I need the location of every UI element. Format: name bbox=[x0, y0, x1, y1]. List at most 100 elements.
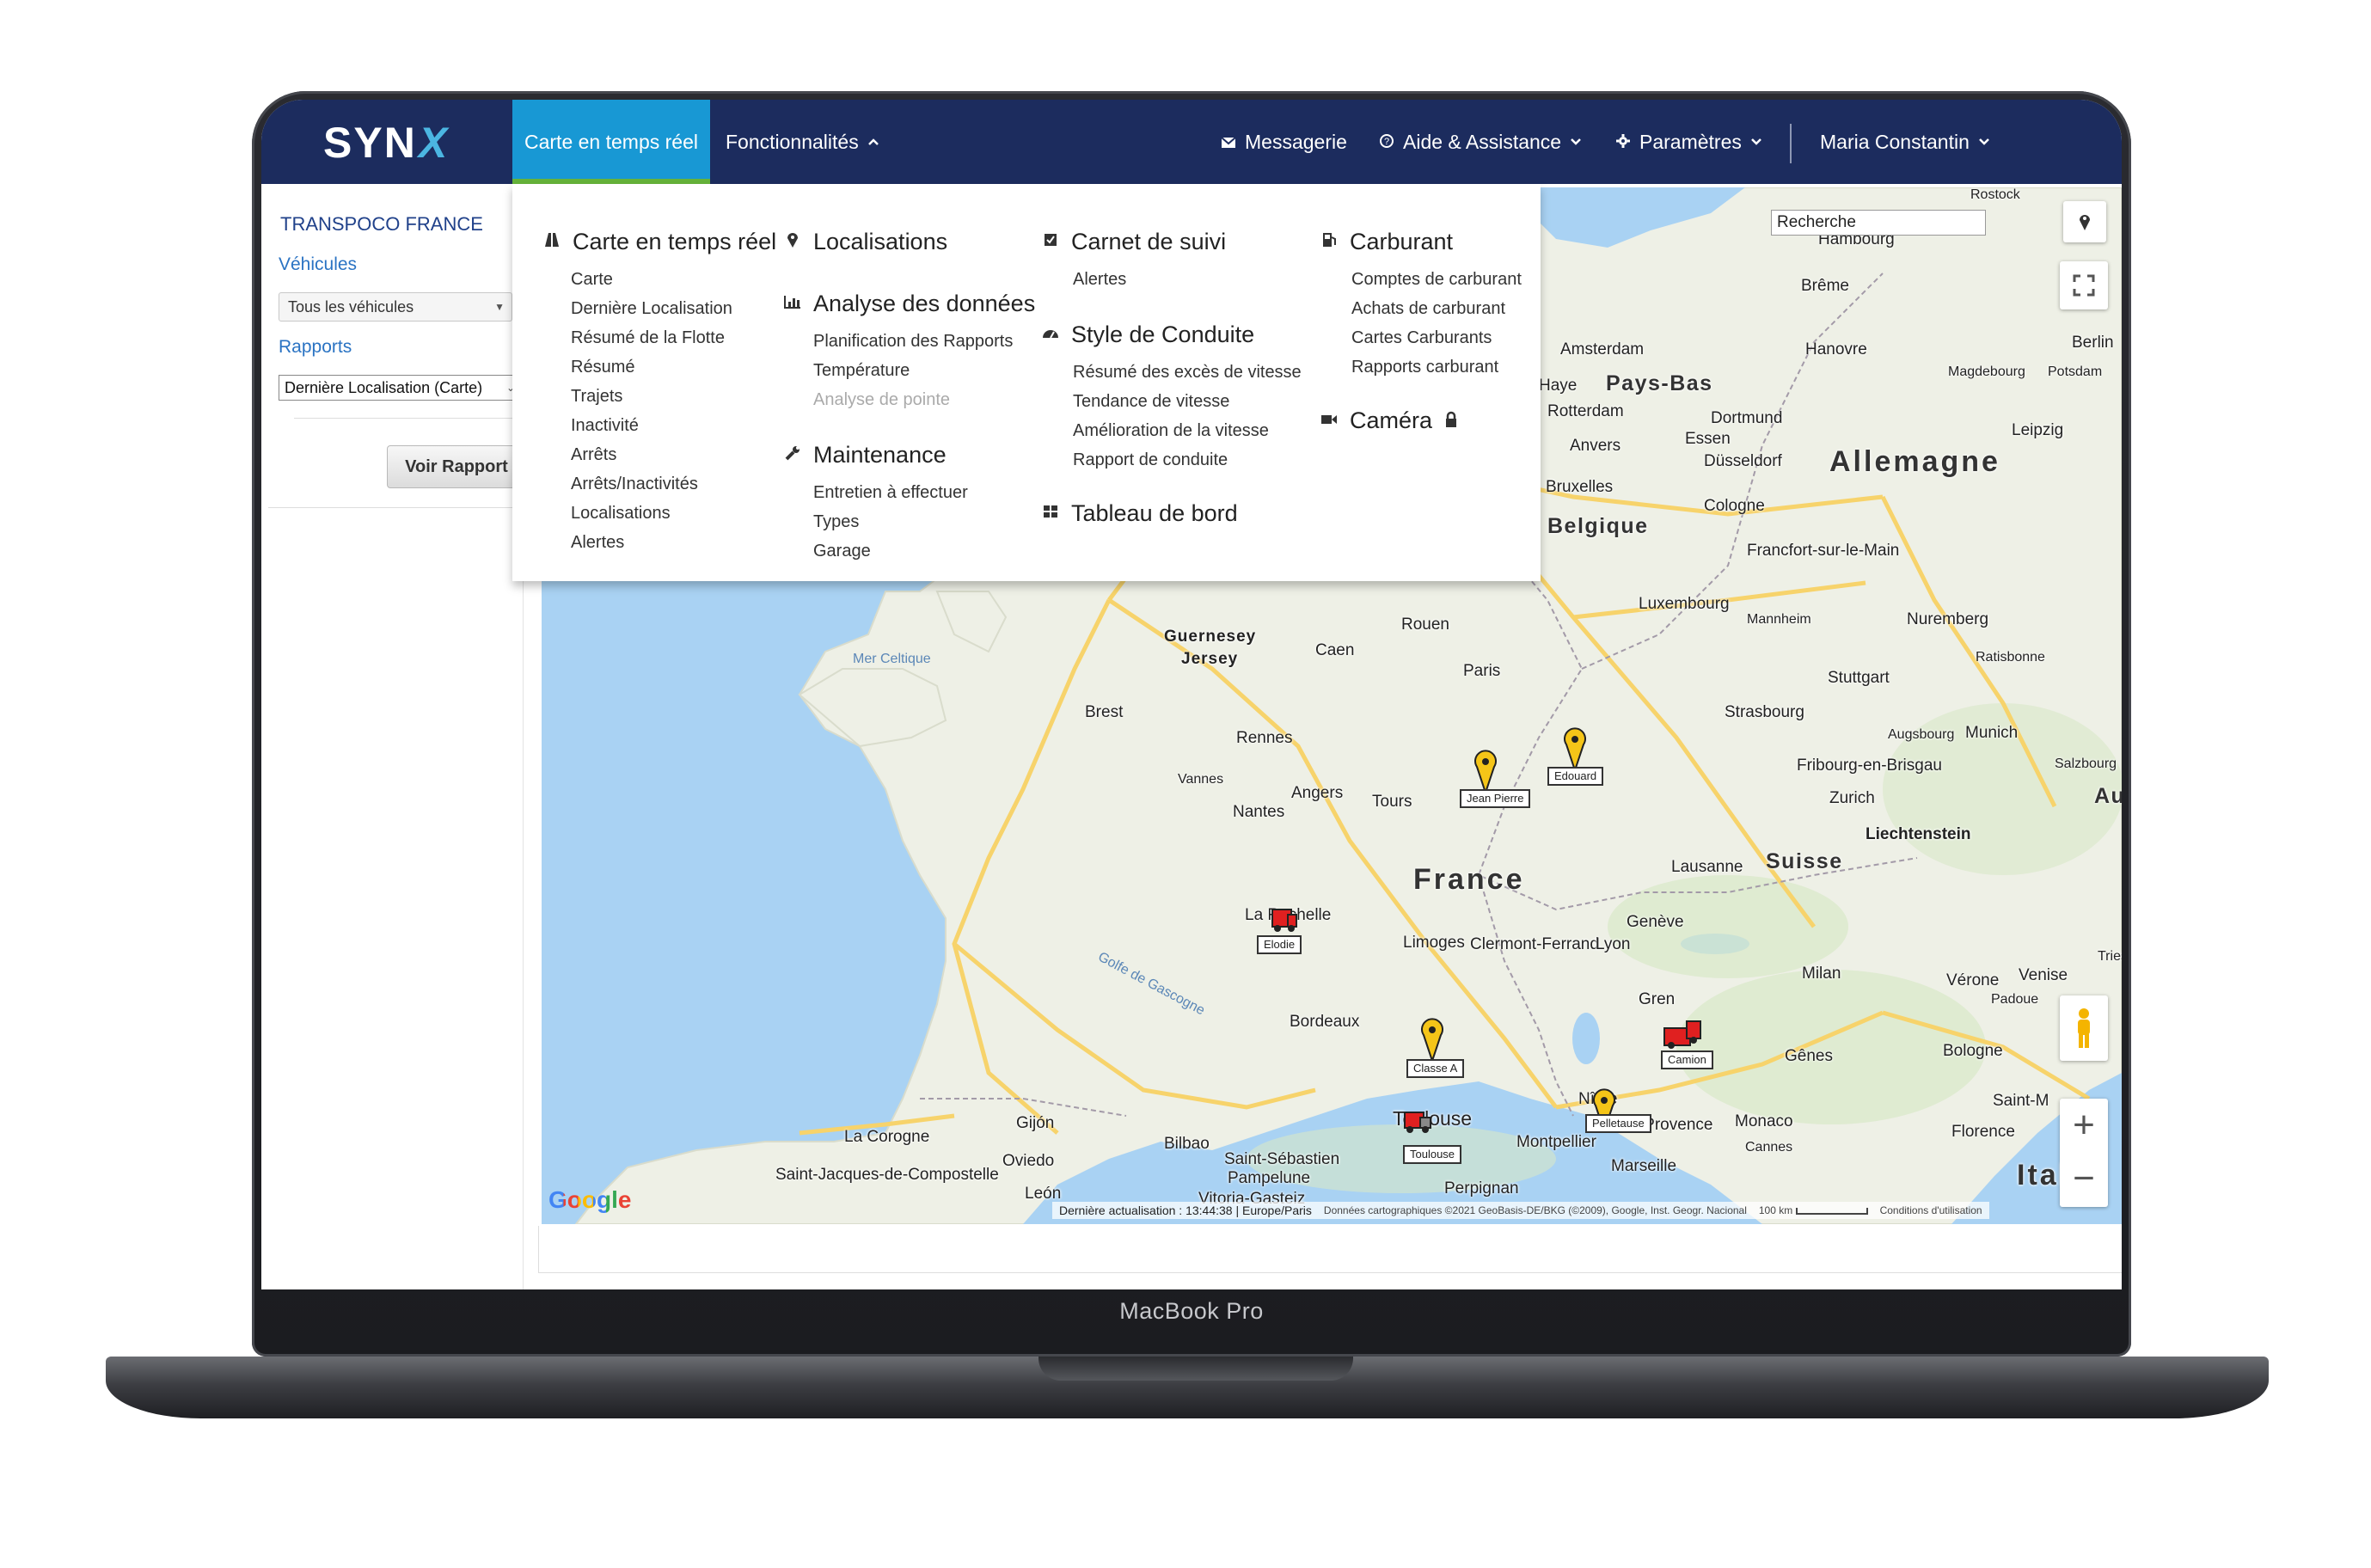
pegman-icon bbox=[2078, 1008, 2090, 1048]
menu-section-locations[interactable]: Localisations bbox=[784, 229, 947, 255]
map-pin-button[interactable] bbox=[2063, 201, 2106, 242]
city-label: Gênes bbox=[1785, 1047, 1833, 1065]
city-label: Padoue bbox=[1991, 992, 2039, 1007]
sidebar-divider bbox=[294, 418, 526, 419]
menu-section-data-analysis[interactable]: Analyse des données bbox=[784, 291, 1035, 317]
menu-item[interactable]: Arrêts/Inactivités bbox=[571, 475, 698, 494]
menu-section-fuel[interactable]: Carburant bbox=[1320, 229, 1453, 255]
vehicle-pin-marker[interactable] bbox=[1420, 1018, 1444, 1064]
zoom-out-button[interactable]: − bbox=[2060, 1152, 2108, 1205]
zoom-in-button[interactable]: + bbox=[2060, 1099, 2108, 1152]
city-label: La Corogne bbox=[844, 1128, 930, 1146]
menu-item[interactable]: Résumé de la Flotte bbox=[571, 328, 725, 348]
nav-help-label: Aide & Assistance bbox=[1403, 130, 1562, 153]
vehicles-select[interactable]: Tous les véhicules ▼ bbox=[279, 292, 512, 322]
nav-messages-label: Messagerie bbox=[1245, 130, 1347, 153]
left-panel: TRANSPOCO FRANCE Véhicules Tous les véhi… bbox=[268, 187, 526, 1289]
vehicle-pin-marker[interactable] bbox=[1473, 750, 1498, 796]
vehicle-label[interactable]: Elodie bbox=[1257, 935, 1302, 954]
menu-item[interactable]: Carte bbox=[571, 270, 613, 290]
sea-label: Mer Celtique bbox=[853, 652, 931, 666]
city-label: Rostock bbox=[1970, 187, 2020, 202]
street-view-pegman-button[interactable] bbox=[2060, 995, 2108, 1061]
city-label: Gijón bbox=[1016, 1114, 1055, 1132]
vehicle-label[interactable]: Camion bbox=[1661, 1050, 1713, 1069]
map-search-input[interactable] bbox=[1771, 210, 1986, 236]
fullscreen-icon bbox=[2073, 274, 2095, 297]
reports-select[interactable]: Dernière Localisation (Carte) ⌄ bbox=[279, 375, 523, 401]
city-label: Pampelune bbox=[1228, 1169, 1311, 1187]
menu-item[interactable]: Alertes bbox=[571, 533, 624, 553]
app-logo[interactable]: SYN X bbox=[323, 119, 449, 167]
menu-section-camera[interactable]: Caméra bbox=[1320, 407, 1458, 434]
nav-tab-features[interactable]: Fonctionnalités bbox=[726, 100, 879, 184]
vehicle-label[interactable]: Pelletause bbox=[1585, 1114, 1651, 1133]
menu-section-title: Carte en temps réel bbox=[573, 229, 777, 254]
menu-item[interactable]: Garage bbox=[813, 542, 871, 561]
menu-item[interactable]: Amélioration de la vitesse bbox=[1073, 421, 1269, 441]
chevron-down-icon bbox=[1750, 135, 1762, 150]
city-label: Brest bbox=[1085, 703, 1124, 721]
nav-tab-live-map[interactable]: Carte en temps réel bbox=[512, 100, 710, 184]
city-label: Strasbourg bbox=[1725, 703, 1804, 721]
menu-item[interactable]: Arrêts bbox=[571, 445, 616, 465]
nav-user-menu[interactable]: Maria Constantin bbox=[1820, 100, 1990, 184]
nav-settings[interactable]: Paramètres bbox=[1615, 100, 1762, 184]
city-label: Limoges bbox=[1403, 934, 1465, 952]
nav-divider bbox=[1790, 124, 1792, 163]
nav-settings-label: Paramètres bbox=[1639, 130, 1742, 153]
menu-item[interactable]: Inactivité bbox=[571, 416, 639, 436]
google-logo: Google bbox=[548, 1186, 631, 1214]
menu-item[interactable]: Rapport de conduite bbox=[1073, 450, 1228, 470]
menu-section-dashboard[interactable]: Tableau de bord bbox=[1042, 500, 1238, 527]
menu-item[interactable]: Achats de carburant bbox=[1351, 299, 1505, 319]
nav-user-label: Maria Constantin bbox=[1820, 130, 1970, 153]
map-pin-icon bbox=[2080, 215, 2090, 230]
city-label: León bbox=[1025, 1185, 1062, 1203]
city-label: Aut bbox=[2094, 784, 2122, 808]
menu-item[interactable]: Température bbox=[813, 361, 910, 381]
menu-item[interactable]: Dernière Localisation bbox=[571, 299, 732, 319]
menu-item[interactable]: Tendance de vitesse bbox=[1073, 392, 1229, 412]
vehicle-label[interactable]: Jean Pierre bbox=[1460, 789, 1531, 808]
city-label: Vérone bbox=[1946, 971, 2000, 989]
menu-item[interactable]: Comptes de carburant bbox=[1351, 270, 1522, 290]
menu-item[interactable]: Rapports carburant bbox=[1351, 358, 1498, 377]
city-label: Allemagne bbox=[1829, 445, 2000, 478]
vehicle-label[interactable]: Toulouse bbox=[1403, 1145, 1462, 1164]
map-scale: 100 km bbox=[1759, 1204, 1868, 1216]
city-label: Dortmund bbox=[1711, 409, 1783, 427]
menu-item[interactable]: Alertes bbox=[1073, 270, 1126, 290]
dashboard-gauge-icon bbox=[1042, 326, 1059, 344]
svg-text:?: ? bbox=[1384, 137, 1389, 147]
menu-section-logbook[interactable]: Carnet de suivi bbox=[1042, 229, 1226, 255]
menu-section-maintenance[interactable]: Maintenance bbox=[784, 442, 947, 469]
menu-item[interactable]: Types bbox=[813, 512, 859, 532]
menu-item[interactable]: Résumé des excès de vitesse bbox=[1073, 363, 1302, 383]
city-label: Augsbourg bbox=[1888, 727, 1955, 742]
vehicle-pin-marker[interactable] bbox=[1563, 727, 1587, 774]
city-label: Saint-Jacques-de-Compostelle bbox=[775, 1166, 999, 1184]
city-label: Belgique bbox=[1547, 514, 1649, 538]
menu-item[interactable]: Cartes Carburants bbox=[1351, 328, 1492, 348]
menu-section-driving-style[interactable]: Style de Conduite bbox=[1042, 322, 1254, 348]
city-label: Brême bbox=[1801, 277, 1849, 295]
terms-link[interactable]: Conditions d'utilisation bbox=[1880, 1204, 1982, 1216]
city-label: Cannes bbox=[1745, 1140, 1793, 1155]
city-label: Jersey bbox=[1181, 650, 1239, 668]
menu-item[interactable]: Résumé bbox=[571, 358, 634, 377]
menu-item[interactable]: Localisations bbox=[571, 504, 671, 524]
nav-help[interactable]: ? Aide & Assistance bbox=[1379, 100, 1582, 184]
menu-item[interactable]: Entretien à effectuer bbox=[813, 483, 968, 503]
menu-item[interactable]: Planification des Rapports bbox=[813, 332, 1013, 352]
vehicle-label[interactable]: Classe A bbox=[1406, 1059, 1465, 1078]
nav-messages[interactable]: Messagerie bbox=[1221, 100, 1347, 184]
view-report-button[interactable]: Voir Rapport bbox=[387, 445, 526, 488]
google-logo-text: Google bbox=[548, 1186, 632, 1213]
truck-marker[interactable] bbox=[1401, 1106, 1431, 1150]
menu-section-live-map[interactable]: Carte en temps réel bbox=[543, 229, 776, 255]
vehicle-label[interactable]: Edouard bbox=[1547, 767, 1604, 786]
menu-item[interactable]: Trajets bbox=[571, 387, 622, 407]
fullscreen-button[interactable] bbox=[2060, 261, 2108, 309]
laptop-opening-notch bbox=[1038, 1357, 1353, 1381]
